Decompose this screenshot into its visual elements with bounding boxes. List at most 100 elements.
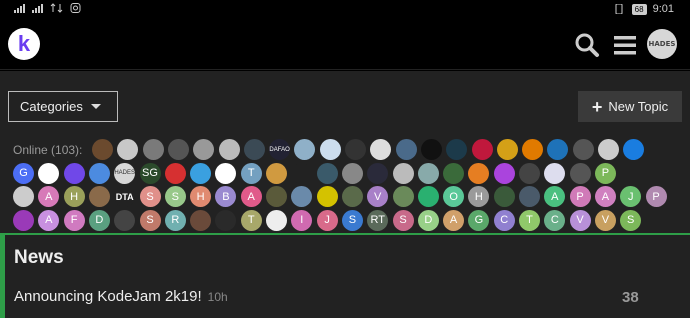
online-user-avatar[interactable]: [88, 162, 110, 184]
online-user-avatar[interactable]: A: [544, 186, 566, 207]
online-user-avatar[interactable]: [493, 186, 515, 207]
online-user-avatar[interactable]: [190, 162, 212, 184]
online-user-avatar[interactable]: [243, 139, 265, 160]
online-user-avatar[interactable]: D: [88, 209, 110, 231]
online-user-avatar[interactable]: B: [215, 186, 237, 207]
online-user-avatar[interactable]: [316, 186, 338, 207]
online-user-avatar[interactable]: [544, 162, 566, 184]
online-user-avatar[interactable]: A: [38, 209, 60, 231]
online-user-avatar[interactable]: S: [392, 209, 414, 231]
online-user-avatar[interactable]: J: [620, 186, 642, 207]
online-user-avatar[interactable]: [266, 186, 287, 207]
online-user-avatar[interactable]: [572, 139, 594, 160]
online-user-avatar[interactable]: [167, 139, 189, 160]
online-user-avatar[interactable]: [569, 162, 591, 184]
online-user-avatar[interactable]: [395, 139, 417, 160]
topic-row[interactable]: Announcing KodeJam 2k19! 10h: [14, 288, 228, 305]
online-user-avatar[interactable]: [468, 162, 490, 184]
online-user-avatar[interactable]: [345, 139, 366, 160]
online-user-avatar[interactable]: G: [13, 162, 34, 184]
online-user-avatar[interactable]: [316, 162, 338, 184]
online-user-avatar[interactable]: S: [164, 186, 186, 207]
online-user-avatar[interactable]: S: [341, 209, 363, 231]
online-user-avatar[interactable]: [193, 139, 215, 160]
online-user-avatar[interactable]: [92, 139, 113, 160]
online-user-avatar[interactable]: [367, 162, 389, 184]
online-user-avatar[interactable]: H: [468, 186, 490, 207]
online-user-avatar[interactable]: [392, 162, 414, 184]
online-user-avatar[interactable]: H: [190, 186, 212, 207]
online-user-avatar[interactable]: D: [417, 209, 439, 231]
online-user-avatar[interactable]: P: [594, 162, 616, 184]
online-user-avatar[interactable]: RT: [367, 209, 389, 231]
online-user-avatar[interactable]: [519, 162, 540, 184]
online-user-avatar[interactable]: G: [468, 209, 490, 231]
online-user-avatar[interactable]: [417, 162, 439, 184]
online-user-avatar[interactable]: [63, 162, 85, 184]
online-user-avatar[interactable]: [522, 139, 544, 160]
online-user-avatar[interactable]: [417, 186, 439, 207]
online-user-avatar[interactable]: P: [569, 186, 591, 207]
new-topic-button[interactable]: + New Topic: [578, 91, 682, 122]
search-icon[interactable]: [574, 32, 600, 58]
online-user-avatar[interactable]: HADES: [114, 162, 136, 184]
online-user-avatar[interactable]: DAFAO: [269, 139, 291, 160]
online-user-avatar[interactable]: [420, 139, 442, 160]
online-user-avatar[interactable]: C: [544, 209, 566, 231]
online-user-avatar[interactable]: O: [443, 186, 465, 207]
online-user-avatar[interactable]: F: [63, 209, 85, 231]
online-user-avatar[interactable]: T: [240, 162, 262, 184]
online-user-avatar[interactable]: [496, 139, 518, 160]
online-user-avatar[interactable]: [341, 186, 363, 207]
online-user-avatar[interactable]: [443, 162, 465, 184]
online-user-avatar[interactable]: C: [493, 209, 515, 231]
online-user-avatar[interactable]: [142, 139, 164, 160]
online-user-avatar[interactable]: [88, 186, 110, 207]
online-user-avatar[interactable]: V: [569, 209, 591, 231]
user-avatar[interactable]: HADES: [647, 29, 677, 59]
site-logo[interactable]: k: [8, 28, 40, 60]
online-user-avatar[interactable]: T: [240, 209, 262, 231]
online-user-avatar[interactable]: [446, 139, 468, 160]
menu-icon[interactable]: [612, 32, 638, 58]
online-user-avatar[interactable]: A: [240, 186, 262, 207]
online-user-avatar[interactable]: [291, 162, 313, 184]
online-user-avatar[interactable]: [218, 139, 240, 160]
online-user-avatar[interactable]: A: [38, 186, 60, 207]
online-user-avatar[interactable]: [215, 162, 237, 184]
online-user-avatar[interactable]: [38, 162, 60, 184]
online-user-avatar[interactable]: [392, 186, 414, 207]
online-user-avatar[interactable]: [13, 209, 34, 231]
online-user-avatar[interactable]: [114, 209, 136, 231]
online-user-avatar[interactable]: H: [63, 186, 85, 207]
online-user-avatar[interactable]: [598, 139, 619, 160]
online-user-avatar[interactable]: S: [139, 186, 161, 207]
online-user-avatar[interactable]: [493, 162, 515, 184]
online-user-avatar[interactable]: [13, 186, 34, 207]
online-user-avatar[interactable]: S: [139, 209, 161, 231]
online-user-avatar[interactable]: I: [291, 209, 313, 231]
online-user-avatar[interactable]: [266, 162, 287, 184]
online-user-avatar[interactable]: R: [164, 209, 186, 231]
online-user-avatar[interactable]: [266, 209, 287, 231]
online-user-avatar[interactable]: [164, 162, 186, 184]
online-user-avatar[interactable]: [370, 139, 392, 160]
online-user-avatar[interactable]: [319, 139, 341, 160]
categories-dropdown[interactable]: Categories: [8, 91, 118, 122]
online-user-avatar[interactable]: A: [594, 186, 616, 207]
online-user-avatar[interactable]: [291, 186, 313, 207]
topic-title[interactable]: Announcing KodeJam 2k19!: [14, 288, 202, 305]
online-user-avatar[interactable]: [294, 139, 316, 160]
online-user-avatar[interactable]: [471, 139, 493, 160]
online-user-avatar[interactable]: S: [620, 209, 642, 231]
online-user-avatar[interactable]: A: [443, 209, 465, 231]
online-user-avatar[interactable]: SG: [139, 162, 161, 184]
online-user-avatar[interactable]: [341, 162, 363, 184]
online-user-avatar[interactable]: V: [367, 186, 389, 207]
category-title[interactable]: News: [14, 247, 64, 269]
online-user-avatar[interactable]: J: [316, 209, 338, 231]
online-user-avatar[interactable]: [623, 139, 645, 160]
online-user-avatar[interactable]: [215, 209, 237, 231]
online-user-avatar[interactable]: [117, 139, 139, 160]
online-user-avatar[interactable]: [519, 186, 540, 207]
